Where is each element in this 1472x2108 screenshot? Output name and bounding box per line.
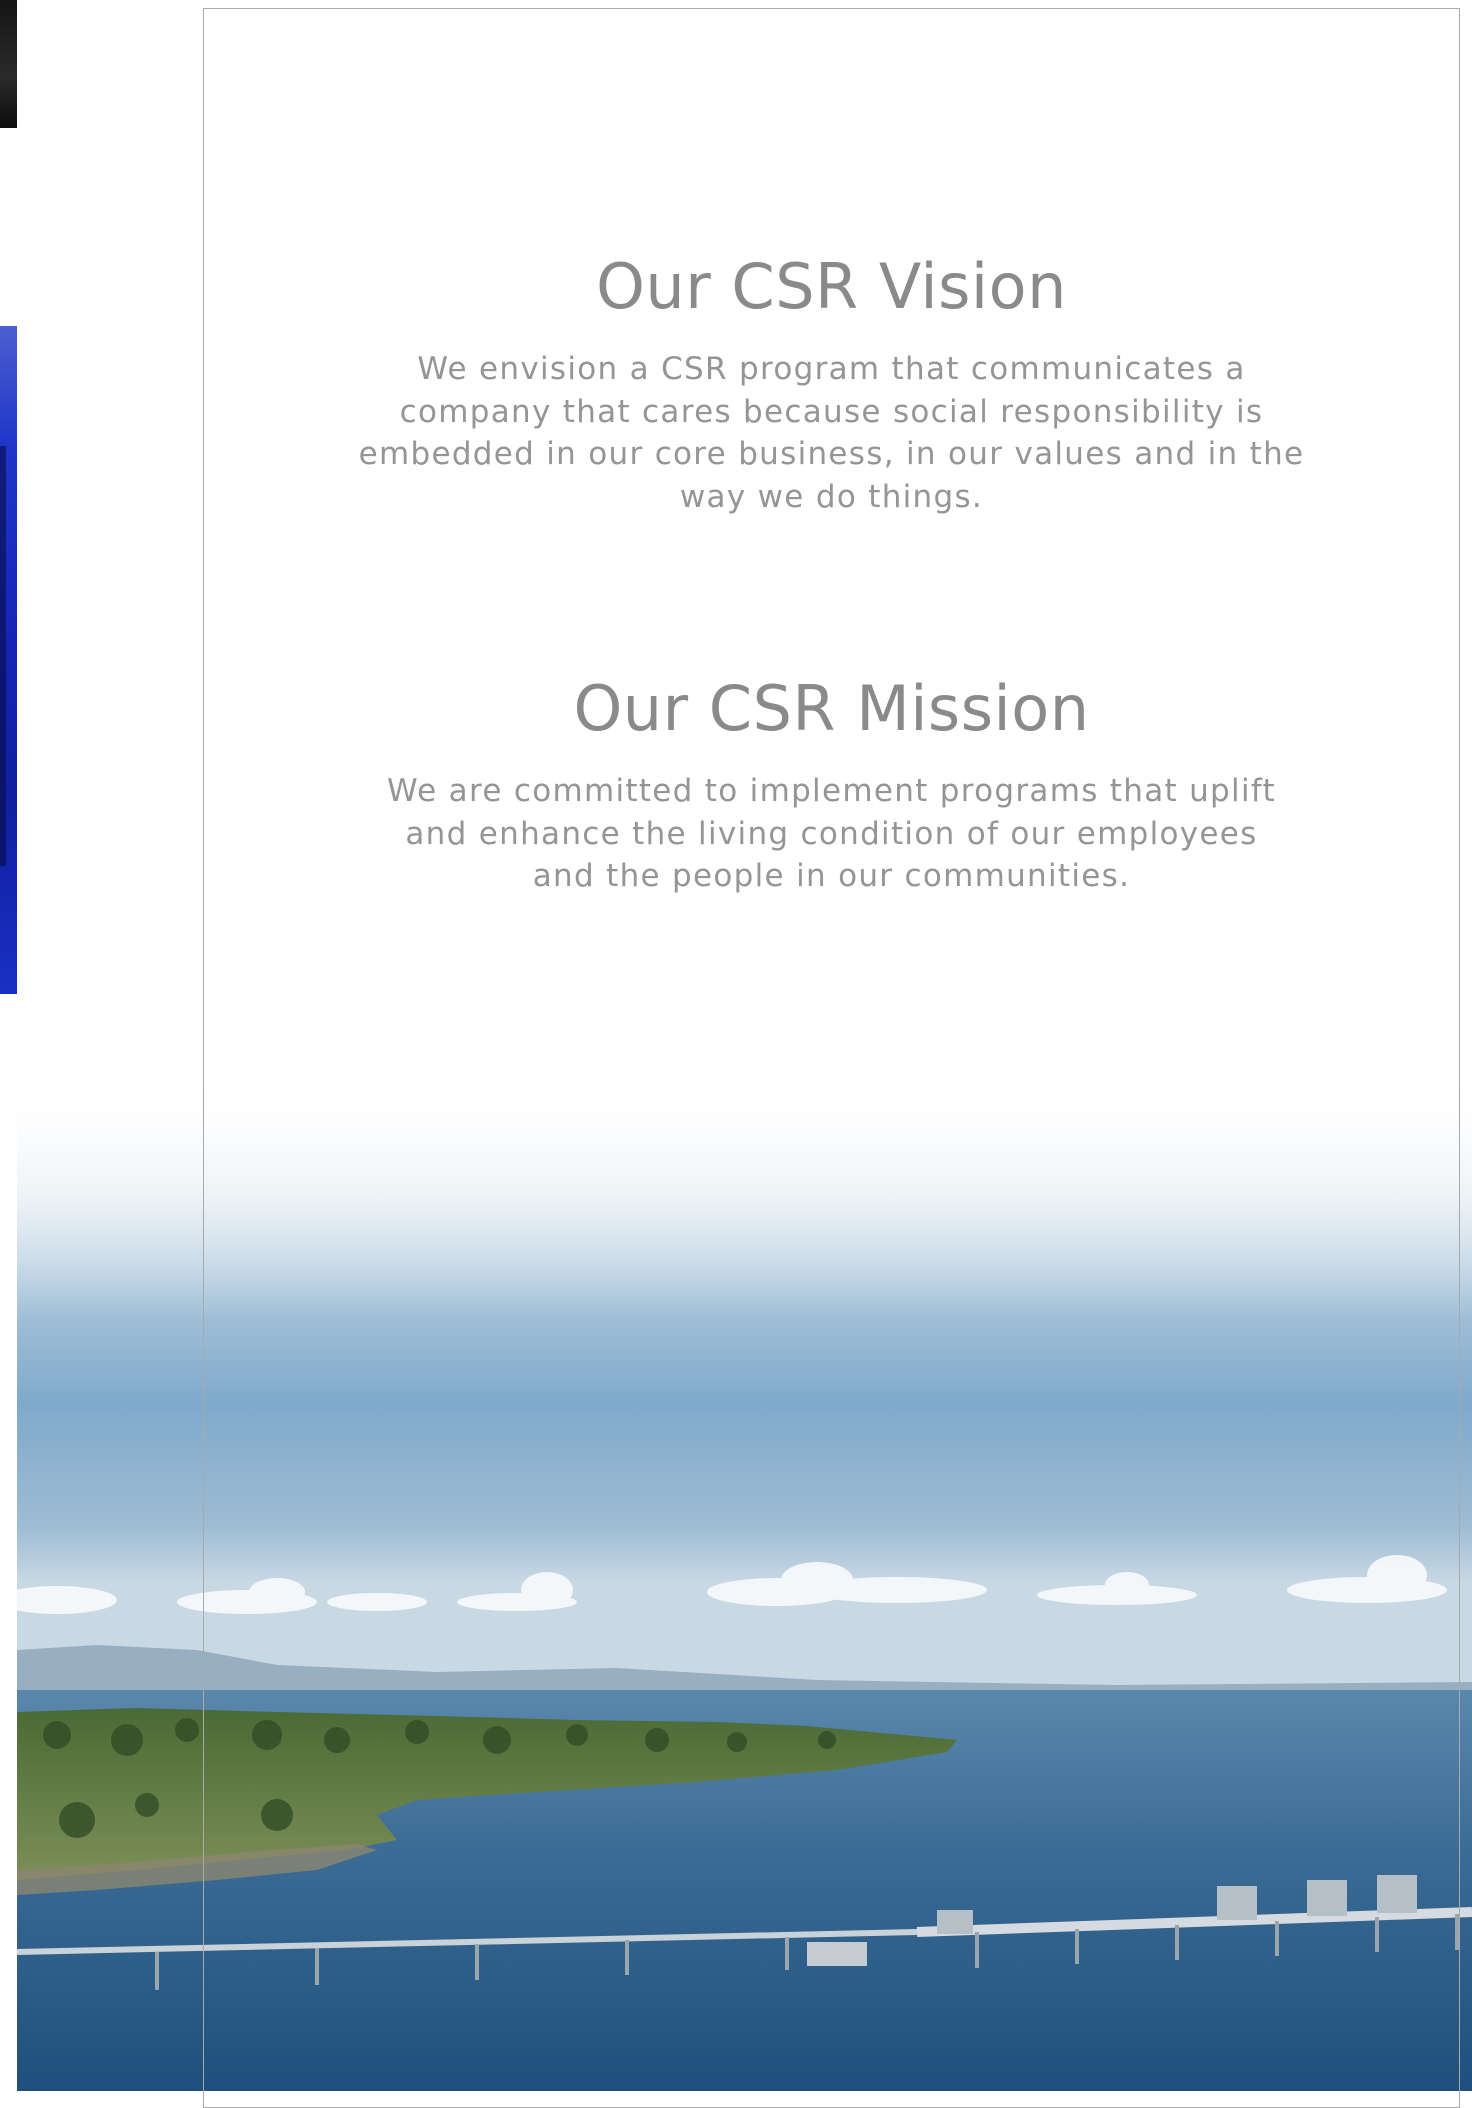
mission-text: We are committed to implement programs t… bbox=[387, 773, 1276, 894]
csr-vision-section: Our CSR Vision We envision a CSR program… bbox=[203, 250, 1460, 518]
previous-page-photo-edge bbox=[0, 0, 17, 2091]
coastal-landscape-photo bbox=[17, 1080, 1472, 2091]
dark-photo-edge bbox=[0, 0, 17, 128]
vision-text: We envision a CSR program that communica… bbox=[358, 351, 1305, 515]
photo-fade-overlay bbox=[17, 1080, 1472, 1320]
csr-mission-section: Our CSR Mission We are committed to impl… bbox=[203, 672, 1460, 898]
mission-heading: Our CSR Mission bbox=[573, 672, 1090, 745]
blue-photo-edge bbox=[0, 326, 17, 994]
vision-heading: Our CSR Vision bbox=[596, 250, 1067, 323]
